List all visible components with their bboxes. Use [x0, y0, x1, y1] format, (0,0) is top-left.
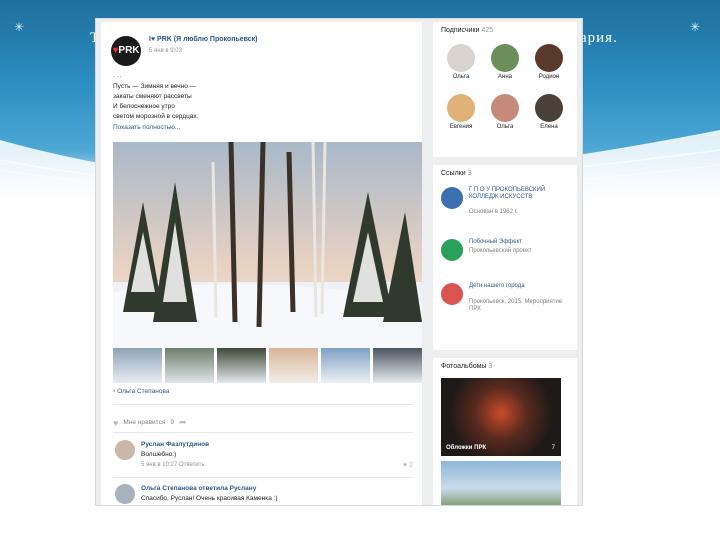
commenter-avatar[interactable] — [115, 484, 135, 504]
like-heart-icon[interactable]: ♥ — [113, 418, 118, 428]
albums-title[interactable]: Фотоальбомы 3 — [441, 363, 492, 370]
divider — [113, 404, 413, 405]
link-logo — [441, 187, 463, 209]
links-count: 3 — [467, 170, 472, 177]
likes-count: 9 — [170, 419, 174, 426]
subscribers-grid: Ольга Анна Родион Евгения Ольга Елена — [443, 44, 569, 144]
link-name: Побочный Эффект — [469, 239, 523, 245]
links-card: Ссылки 3 Г П О У ПРОКОПЬЕВСКИЙ КОЛЛЕДЖ И… — [433, 165, 577, 350]
sparkle-icon: ✳ — [14, 20, 25, 34]
subscriber-name: Родион — [538, 74, 560, 80]
photo-thumbnail[interactable] — [321, 348, 370, 383]
subscriber-name: Елена — [540, 124, 558, 130]
link-item[interactable]: Побочный Эффект Прокопьевский проект — [441, 239, 571, 279]
album-cover[interactable]: Обложки ПРК 7 — [441, 378, 561, 456]
subscriber-name: Ольга — [452, 74, 470, 80]
subscribers-card: Подписчики 425 Ольга Анна Родион Евгения… — [433, 22, 577, 157]
photo-thumbnail[interactable] — [373, 348, 422, 383]
subscribers-count: 425 — [481, 27, 494, 34]
link-logo — [441, 283, 463, 305]
comment-like[interactable]: ♥ 2 — [403, 462, 413, 469]
winter-forest-image — [113, 142, 422, 352]
links-label: Ссылки — [441, 170, 466, 177]
subscribers-title[interactable]: Подписчики 425 — [441, 27, 493, 34]
photo-author[interactable]: ▪ Ольга Степанова — [113, 388, 169, 395]
comment-meta[interactable]: 5 янв в 10:27 Ответить — [141, 462, 205, 468]
subscriber-item[interactable]: Родион — [531, 44, 567, 80]
like-bar[interactable]: ♥ Мне нравится 9 ➦ — [113, 417, 187, 428]
subscriber-item[interactable]: Евгения — [443, 94, 479, 130]
wall-post: ♥PRK I♥ PRK (Я люблю Прокопьевск) 5 янв … — [101, 22, 422, 505]
avatar — [491, 94, 519, 122]
link-desc: Прокопьевск, 2015. Мероприятие ПРК — [469, 299, 563, 312]
avatar — [535, 44, 563, 72]
likes-label: Мне нравится — [123, 419, 166, 426]
photo-author-name: Ольга Степанова — [117, 388, 170, 395]
sparkle-icon: ✳ — [690, 20, 701, 34]
subscriber-name: Ольга — [496, 124, 514, 130]
share-icon[interactable]: ➦ — [179, 417, 187, 428]
album-count: 7 — [551, 445, 555, 451]
group-avatar[interactable]: ♥PRK — [111, 36, 141, 66]
comment-text: Спасибо, Руслан! Очень красивая Каменка … — [141, 495, 278, 502]
photo-thumbnail[interactable] — [217, 348, 266, 383]
album-cover[interactable] — [441, 461, 561, 505]
subscriber-name: Евгения — [449, 124, 473, 130]
avatar — [491, 44, 519, 72]
right-sidebar: Подписчики 425 Ольга Анна Родион Евгения… — [433, 22, 577, 505]
subscriber-item[interactable]: Ольга — [487, 94, 523, 130]
slide-heading-right: ария. — [580, 30, 618, 46]
subscriber-item[interactable]: Елена — [531, 94, 567, 130]
avatar — [447, 94, 475, 122]
divider — [113, 477, 413, 478]
link-name: Дети нашего города — [469, 283, 525, 289]
group-name-link[interactable]: I♥ PRK (Я люблю Прокопьевск) — [149, 36, 257, 43]
subscribers-label: Подписчики — [441, 27, 480, 34]
show-full-link[interactable]: Показать полностью... — [113, 124, 180, 131]
link-logo — [441, 239, 463, 261]
poem-line: Пусть — Зимняя и вечно — — [113, 83, 197, 90]
avatar — [447, 44, 475, 72]
presentation-slide: Т ария. ✳ ✳ ♥PRK I♥ PRK (Я люблю Прокопь… — [0, 0, 720, 540]
post-text: Пусть — Зимняя и вечно — закаты сменяют … — [113, 82, 198, 122]
commenter-avatar[interactable] — [115, 440, 135, 460]
poem-line: закаты сменяют рассветы — [113, 93, 192, 100]
commenter-name[interactable]: Руслан Фазлутдинов — [141, 441, 209, 448]
poem-line: светом морозной в сердцах. — [113, 113, 199, 120]
vk-screenshot: ♥PRK I♥ PRK (Я люблю Прокопьевск) 5 янв … — [95, 18, 583, 506]
albums-label: Фотоальбомы — [441, 363, 487, 370]
subscriber-item[interactable]: Ольга — [443, 44, 479, 80]
photo-thumbnail[interactable] — [165, 348, 214, 383]
post-ellipsis: ... — [113, 70, 123, 79]
photo-thumbnail[interactable] — [269, 348, 318, 383]
link-desc: Основан в 1962 г. — [469, 209, 518, 215]
post-main-photo[interactable] — [113, 142, 422, 352]
logo-letters: PRK — [118, 45, 140, 56]
links-title[interactable]: Ссылки 3 — [441, 170, 472, 177]
album-caption: Обложки ПРК — [446, 445, 487, 451]
link-name: Г П О У ПРОКОПЬЕВСКИЙ КОЛЛЕДЖ ИСКУССТВ — [469, 187, 546, 200]
commenter-name[interactable]: Ольга Степанова ответила Руслану — [141, 485, 256, 492]
albums-card: Фотоальбомы 3 Обложки ПРК 7 — [433, 358, 577, 505]
post-date[interactable]: 5 янв в 9:03 — [149, 48, 182, 54]
photo-thumbnails — [113, 348, 422, 383]
link-item[interactable]: Г П О У ПРОКОПЬЕВСКИЙ КОЛЛЕДЖ ИСКУССТВ О… — [441, 187, 571, 227]
divider — [113, 432, 413, 433]
link-item[interactable]: Дети нашего города Прокопьевск, 2015. Ме… — [441, 283, 571, 343]
avatar — [535, 94, 563, 122]
photo-thumbnail[interactable] — [113, 348, 162, 383]
comment-text: Волшебно:) — [141, 451, 177, 458]
subscriber-item[interactable]: Анна — [487, 44, 523, 80]
albums-count: 3 — [488, 363, 493, 370]
link-desc: Прокопьевский проект — [469, 248, 532, 254]
subscriber-name: Анна — [498, 74, 512, 80]
poem-line: И белоснежное утро — [113, 103, 175, 110]
